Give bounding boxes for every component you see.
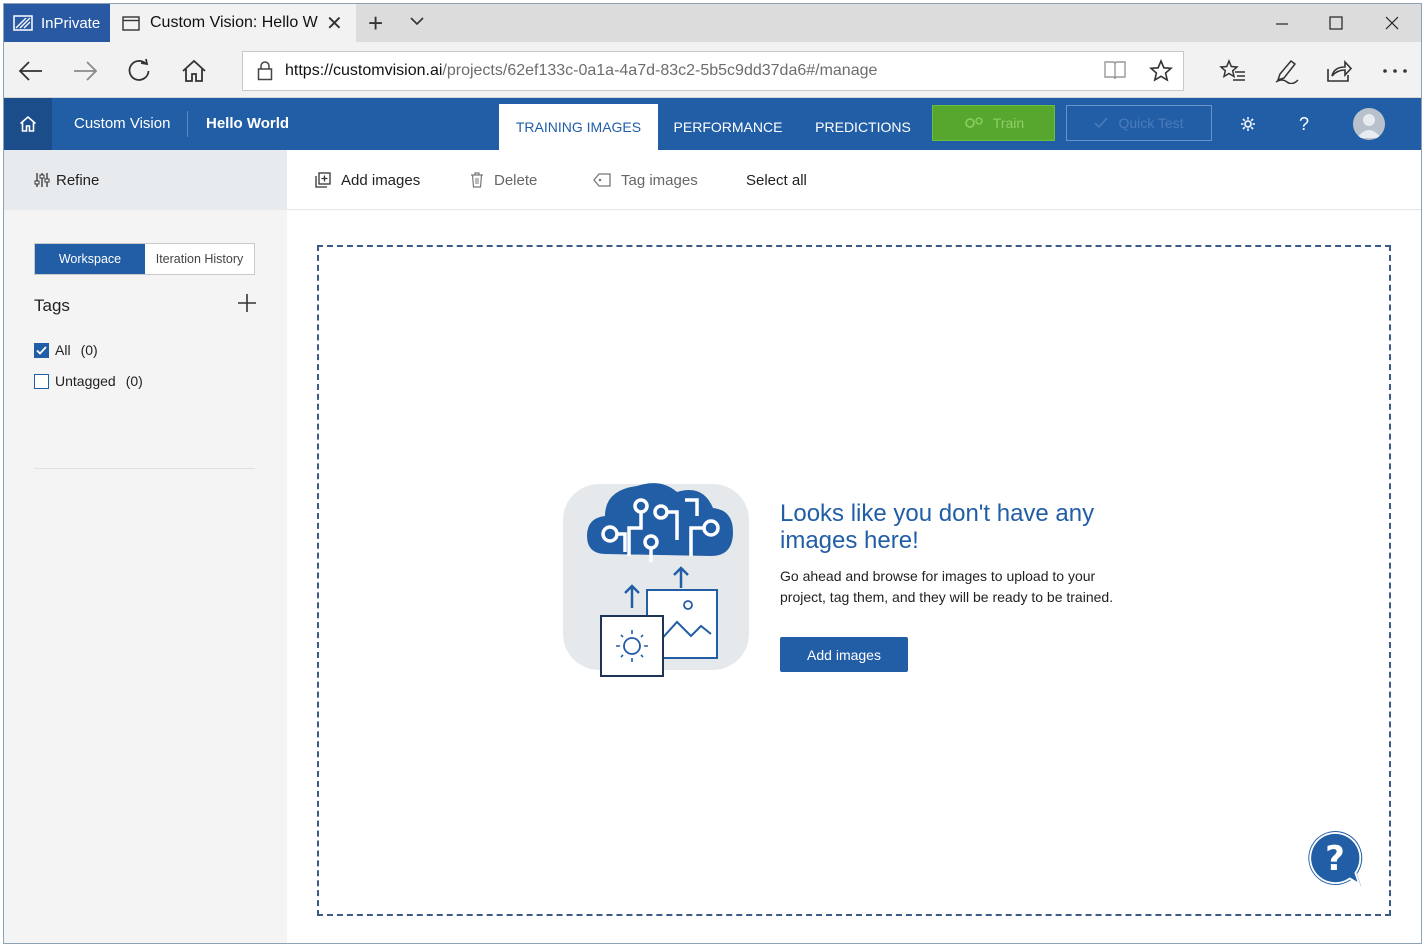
checkbox-empty-icon[interactable] (34, 373, 49, 389)
url-path: /projects/62ef133c-0a1a-4a7d-83c2-5b5c9d… (442, 62, 878, 79)
trash-icon (471, 172, 483, 188)
forward-arrow-icon[interactable] (70, 56, 100, 86)
tab-workspace[interactable]: Workspace (35, 244, 145, 274)
tag-icon (593, 173, 611, 187)
filter-sliders-icon (34, 173, 50, 187)
home-icon[interactable] (179, 56, 209, 86)
tab-training-images[interactable]: TRAINING IMAGES (499, 104, 658, 150)
view-switcher: Workspace Iteration History (34, 243, 255, 275)
tab-performance[interactable]: PERFORMANCE (668, 104, 788, 150)
image-toolbar: Add images Delete Tag images Select all (287, 150, 1421, 210)
brand-link[interactable]: Custom Vision (74, 98, 170, 150)
star-icon[interactable] (1149, 59, 1173, 83)
tab-strip: InPrivate Custom Vision: Hello W ✕ + (4, 4, 1421, 42)
check-icon (1094, 117, 1108, 129)
tab-iteration-history[interactable]: Iteration History (145, 244, 254, 274)
project-name[interactable]: Hello World (206, 98, 289, 150)
avatar[interactable] (1353, 108, 1385, 140)
address-bar: https://customvision.ai/projects/62ef133… (4, 42, 1421, 98)
cloud-upload-illustration (563, 483, 749, 677)
delete-label: Delete (494, 171, 538, 189)
tag-filter-untagged[interactable]: Untagged (0) (34, 373, 143, 389)
close-window-icon[interactable] (1364, 4, 1420, 42)
pen-icon[interactable] (1272, 56, 1302, 86)
custom-vision-app: Custom Vision Hello World TRAINING IMAGE… (4, 98, 1421, 943)
train-label: Train (992, 115, 1025, 131)
delete-button[interactable]: Delete (470, 150, 537, 210)
app-home-button[interactable] (4, 98, 52, 150)
add-image-icon (315, 172, 331, 188)
share-icon[interactable] (1324, 56, 1354, 86)
svg-text:?: ? (1325, 839, 1345, 879)
home-icon (19, 115, 37, 132)
url-field[interactable]: https://customvision.ai/projects/62ef133… (242, 51, 1184, 91)
help-bubble-icon[interactable]: ? (1304, 828, 1366, 890)
quick-test-label: Quick Test (1118, 115, 1184, 131)
url-host: https://customvision.ai (285, 62, 443, 79)
refine-button[interactable]: Refine (4, 150, 287, 210)
refresh-icon[interactable] (124, 56, 154, 86)
header-divider (187, 111, 188, 137)
sidebar: Refine Workspace Iteration History Tags … (4, 150, 287, 943)
add-tag-plus-icon[interactable] (236, 292, 258, 314)
help-icon[interactable]: ? (1294, 98, 1314, 150)
tag-count: (0) (125, 373, 143, 389)
close-icon[interactable]: ✕ (326, 11, 343, 36)
plus-icon[interactable]: + (368, 10, 383, 36)
url-text: https://customvision.ai/projects/62ef133… (285, 62, 877, 80)
inprivate-label: InPrivate (41, 14, 101, 32)
quick-test-button[interactable]: Quick Test (1066, 105, 1212, 141)
minimize-icon[interactable] (1254, 4, 1310, 42)
gears-icon (965, 117, 983, 128)
tag-images-button[interactable]: Tag images (593, 150, 698, 210)
lock-icon[interactable] (257, 61, 273, 81)
app-header: Custom Vision Hello World TRAINING IMAGE… (4, 98, 1421, 150)
tab-page-icon (122, 15, 140, 31)
select-all-button[interactable]: Select all (746, 150, 807, 210)
empty-state-text: Go ahead and browse for images to upload… (780, 568, 1114, 605)
back-arrow-icon[interactable] (16, 56, 46, 86)
add-images-button[interactable]: Add images (315, 150, 420, 210)
tags-heading: Tags (34, 296, 70, 315)
refine-label: Refine (56, 171, 100, 189)
reading-view-icon[interactable] (1103, 59, 1127, 81)
inprivate-badge: InPrivate (4, 4, 110, 42)
chevron-down-icon[interactable] (408, 12, 426, 30)
add-images-label: Add images (341, 171, 421, 189)
tag-images-label: Tag images (621, 171, 698, 189)
train-button[interactable]: Train (932, 105, 1055, 141)
tag-filter-all[interactable]: All (0) (34, 342, 98, 358)
empty-state-title: Looks like you don't have any images her… (780, 500, 1095, 554)
browser-window: InPrivate Custom Vision: Hello W ✕ + htt… (3, 3, 1422, 944)
checkbox-checked-icon[interactable] (34, 342, 49, 358)
add-images-primary-button[interactable]: Add images (780, 637, 908, 672)
browser-tab-active[interactable]: Custom Vision: Hello W ✕ (110, 4, 356, 42)
tab-predictions[interactable]: PREDICTIONS (808, 104, 918, 150)
tag-label: All (55, 342, 71, 358)
more-icon[interactable] (1380, 56, 1410, 86)
maximize-icon[interactable] (1308, 4, 1364, 42)
tab-title: Custom Vision: Hello W (150, 14, 318, 31)
inprivate-icon (13, 15, 33, 31)
sidebar-divider (34, 468, 255, 469)
favorites-icon[interactable] (1218, 56, 1248, 86)
tag-label: Untagged (55, 373, 116, 389)
tag-count: (0) (80, 342, 98, 358)
gear-icon[interactable] (1238, 98, 1258, 150)
